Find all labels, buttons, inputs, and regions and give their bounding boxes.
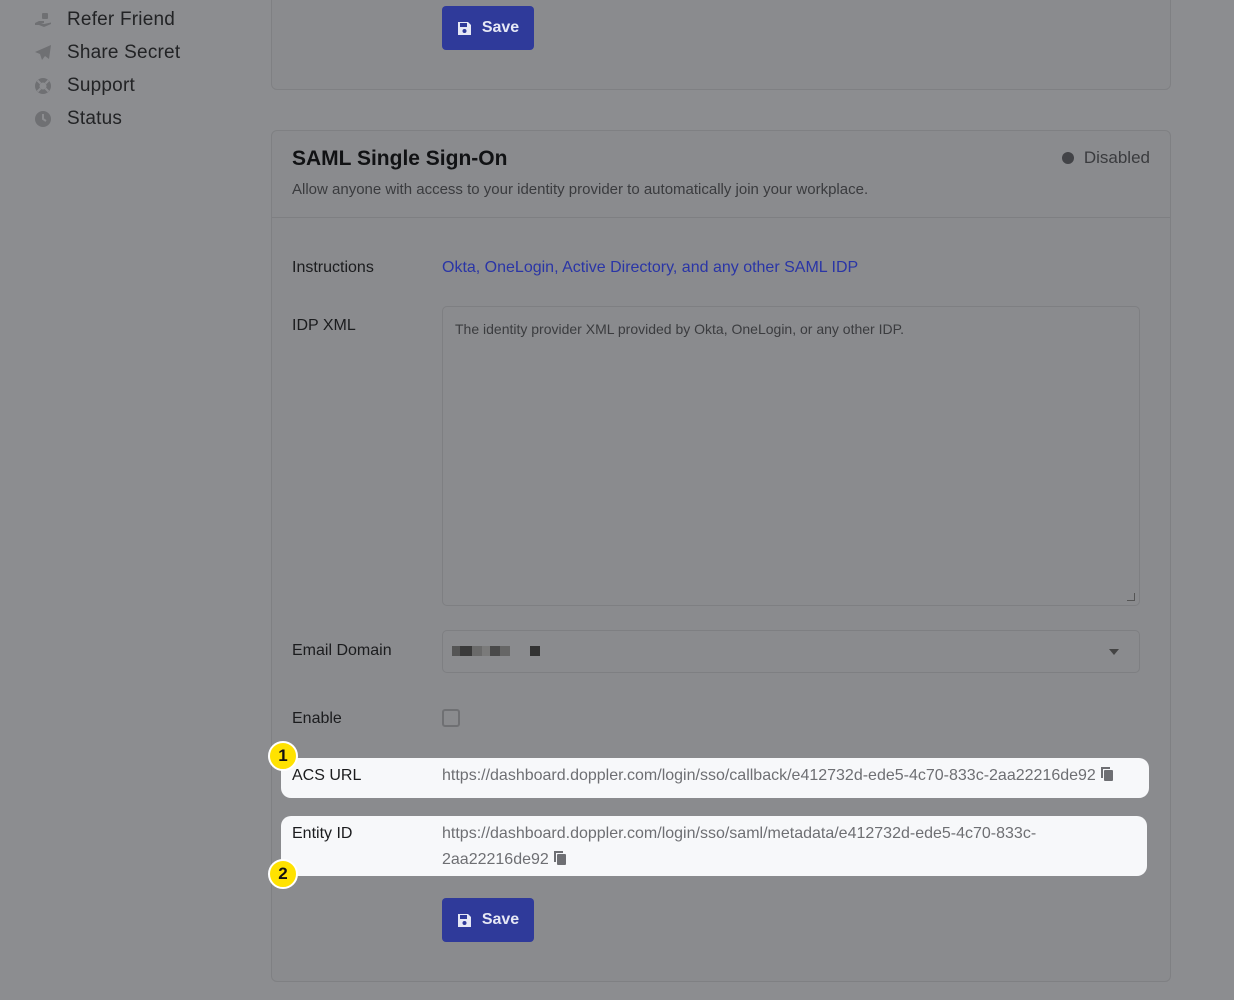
chevron-down-icon [1109, 649, 1119, 655]
acs-url-text: https://dashboard.doppler.com/login/sso/… [442, 767, 1096, 784]
hand-gift-icon [33, 10, 53, 30]
floppy-disk-icon [457, 21, 472, 36]
idp-xml-label: IDP XML [292, 317, 356, 334]
enable-checkbox[interactable] [442, 709, 460, 727]
sidebar-item-status[interactable]: Status [33, 104, 122, 134]
entity-id-line-1: https://dashboard.doppler.com/login/sso/… [442, 825, 1037, 842]
entity-id-label: Entity ID [292, 825, 353, 842]
paper-plane-icon [33, 43, 53, 63]
entity-id-line-2: 2aa22216de92 [442, 851, 549, 868]
card-subtitle: Allow anyone with access to your identit… [292, 181, 869, 198]
sidebar-item-label: Refer Friend [67, 9, 175, 30]
acs-url-value: https://dashboard.doppler.com/login/sso/… [442, 763, 1114, 789]
sidebar-item-support[interactable]: Support [33, 71, 135, 101]
instructions-label: Instructions [292, 259, 374, 276]
copy-icon[interactable] [553, 850, 567, 866]
card-title: SAML Single Sign-On [292, 147, 508, 170]
sidebar-item-refer-friend[interactable]: Refer Friend [33, 5, 175, 35]
status-label: Disabled [1083, 148, 1150, 167]
email-domain-label: Email Domain [292, 642, 392, 659]
instructions-link[interactable]: Okta, OneLogin, Active Directory, and an… [442, 259, 858, 277]
idp-xml-placeholder: The identity provider XML provided by Ok… [455, 321, 905, 337]
status-badge: Disabled [1061, 148, 1150, 168]
clock-icon [33, 109, 53, 129]
acs-url-label: ACS URL [292, 767, 362, 784]
card-header: SAML Single Sign-On Allow anyone with ac… [272, 131, 1170, 218]
resize-handle-icon[interactable] [1127, 593, 1135, 601]
floppy-disk-icon [457, 913, 472, 928]
sidebar-item-share-secret[interactable]: Share Secret [33, 38, 180, 68]
save-button-label: Save [481, 911, 520, 928]
idp-xml-textarea[interactable]: The identity provider XML provided by Ok… [442, 306, 1140, 606]
status-dot-icon [1061, 152, 1074, 164]
lifebuoy-icon [33, 76, 53, 96]
sidebar-item-label: Support [67, 75, 135, 96]
save-button[interactable]: Save [442, 6, 534, 50]
sidebar-item-label: Share Secret [67, 42, 181, 63]
annotation-badge-1: 1 [268, 741, 298, 771]
annotation-badge-2: 2 [268, 859, 298, 889]
entity-id-value: https://dashboard.doppler.com/login/sso/… [442, 821, 1036, 873]
save-button-label: Save [481, 19, 520, 36]
sidebar-item-label: Status [67, 108, 123, 129]
email-domain-select[interactable] [442, 630, 1140, 673]
previous-settings-card: Save [271, 0, 1171, 90]
copy-icon[interactable] [1100, 766, 1114, 782]
saml-save-button[interactable]: Save [442, 898, 534, 942]
enable-label: Enable [292, 710, 342, 727]
redacted-value [452, 646, 540, 656]
